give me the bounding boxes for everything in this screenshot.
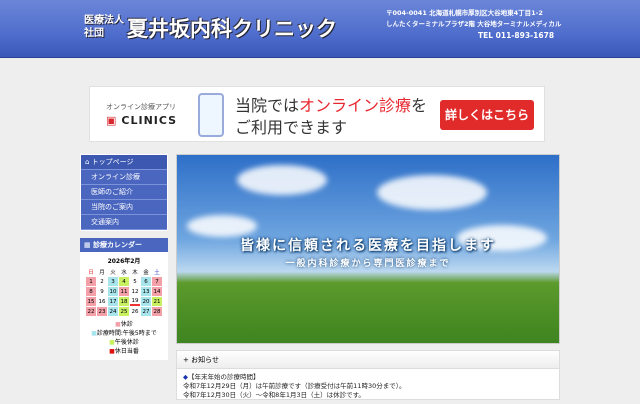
- news-section: + お知らせ ◆【年末年始の診療時間】 令和7年12月29日（月）は午前診療です…: [176, 350, 560, 400]
- calendar-table: 日月火水木金土 1 2 3 4 5 6 7 8 9 10 11 12 13 14 15 16 17 18 19 20 2…: [85, 266, 163, 317]
- hero-title: 皆様に信頼される医療を目指します: [240, 238, 496, 254]
- calendar-day: 17: [108, 297, 118, 306]
- calendar-day: 1: [86, 277, 96, 286]
- calendar-day: 13: [141, 287, 151, 296]
- clinic-name-logo[interactable]: 夏井坂内科クリニック: [127, 13, 337, 43]
- weekday-header: 水: [121, 269, 127, 276]
- calendar-day: 24: [108, 307, 118, 316]
- calendar-icon: ▦: [84, 241, 94, 249]
- details-button[interactable]: 詳しくはこちら: [440, 100, 534, 130]
- cloud: [187, 215, 257, 237]
- calendar-day: 23: [97, 307, 107, 316]
- calendar-day: 14: [152, 287, 162, 296]
- weekday-header: 土: [154, 269, 160, 276]
- weekday-header: 月: [99, 269, 105, 276]
- calendar-day: 10: [108, 287, 118, 296]
- calendar-day: 15: [86, 297, 96, 306]
- calendar-legend: ■休診 ■診療時間:午後5時まで ■午後休診 ■休日当番: [91, 321, 157, 355]
- calendar-day: 28: [152, 307, 162, 316]
- nav-doctor[interactable]: 医師のご紹介: [81, 185, 167, 200]
- side-nav: ⌂ トップページ オンライン診療 医師のご紹介 当院のご案内 交通案内: [80, 154, 168, 231]
- clinics-logo: ▣ CLINICS: [106, 114, 178, 127]
- calendar-day: 7: [152, 277, 162, 286]
- home-icon: ⌂: [85, 158, 92, 166]
- calendar-day: 5: [130, 277, 140, 286]
- online-consultation-banner[interactable]: オンライン診療アプリ ▣ CLINICS 当院ではオンライン診療を ご利用できます …: [89, 86, 545, 142]
- calendar-day: 20: [141, 297, 151, 306]
- calendar-day: 3: [108, 277, 118, 286]
- calendar-day: 2: [97, 277, 107, 286]
- calendar-day: 22: [86, 307, 96, 316]
- tel: TEL 011-893-1678: [478, 31, 555, 40]
- cloud: [377, 175, 487, 210]
- calendar-day: 18: [119, 297, 129, 306]
- calendar-day: 9: [97, 287, 107, 296]
- weekday-header: 日: [88, 269, 94, 276]
- phone-doctor-icon: [198, 93, 224, 137]
- app-label: オンライン診療アプリ: [106, 103, 176, 111]
- nav-online[interactable]: オンライン診療: [81, 170, 167, 185]
- clinic-address: 〒004-0041 北海道札幌市厚別区大谷地東4丁目1-2 しんたくターミナルプ…: [386, 9, 562, 40]
- cloud: [237, 165, 327, 195]
- nav-access[interactable]: 交通案内: [81, 215, 167, 230]
- calendar-heading: ▦ 診療カレンダー: [80, 238, 168, 252]
- hero-subtitle: 一般内科診療から専門医診療まで: [285, 259, 451, 269]
- calendar-day: 21: [152, 297, 162, 306]
- site-header: 医療法人 社団 夏井坂内科クリニック 〒004-0041 北海道札幌市厚別区大谷地…: [0, 0, 640, 58]
- hero-image: 皆様に信頼される医療を目指します 一般内科診療から専門医診療まで: [176, 154, 560, 344]
- calendar-day: 16: [97, 297, 107, 306]
- news-heading: + お知らせ: [177, 351, 559, 369]
- calendar-day: 11: [119, 287, 129, 296]
- banner-text: 当院ではオンライン診療を ご利用できます: [235, 96, 428, 137]
- calendar-month: 2026年2月: [107, 258, 141, 265]
- calendar-box: ▦ 診療カレンダー 2026年2月 日月火水木金土 1 2 3 4 5 6 7 8 9 10 11 1…: [80, 238, 168, 360]
- calendar-day: 25: [119, 307, 129, 316]
- weekday-header: 火: [110, 269, 116, 276]
- corp-type: 医療法人 社団: [84, 15, 124, 39]
- weekday-header: 金: [143, 269, 149, 276]
- calendar-day: 6: [141, 277, 151, 286]
- calendar-day: 12: [130, 287, 140, 296]
- calendar-day: 4: [119, 277, 129, 286]
- nav-top[interactable]: ⌂ トップページ: [81, 155, 167, 170]
- calendar-day: 26: [130, 307, 140, 316]
- weekday-header: 木: [132, 269, 138, 276]
- nav-clinic-info[interactable]: 当院のご案内: [81, 200, 167, 215]
- clinics-logo-icon: ▣: [106, 114, 118, 127]
- calendar-day: 27: [141, 307, 151, 316]
- calendar-day: 19: [130, 297, 140, 306]
- calendar-day: 8: [86, 287, 96, 296]
